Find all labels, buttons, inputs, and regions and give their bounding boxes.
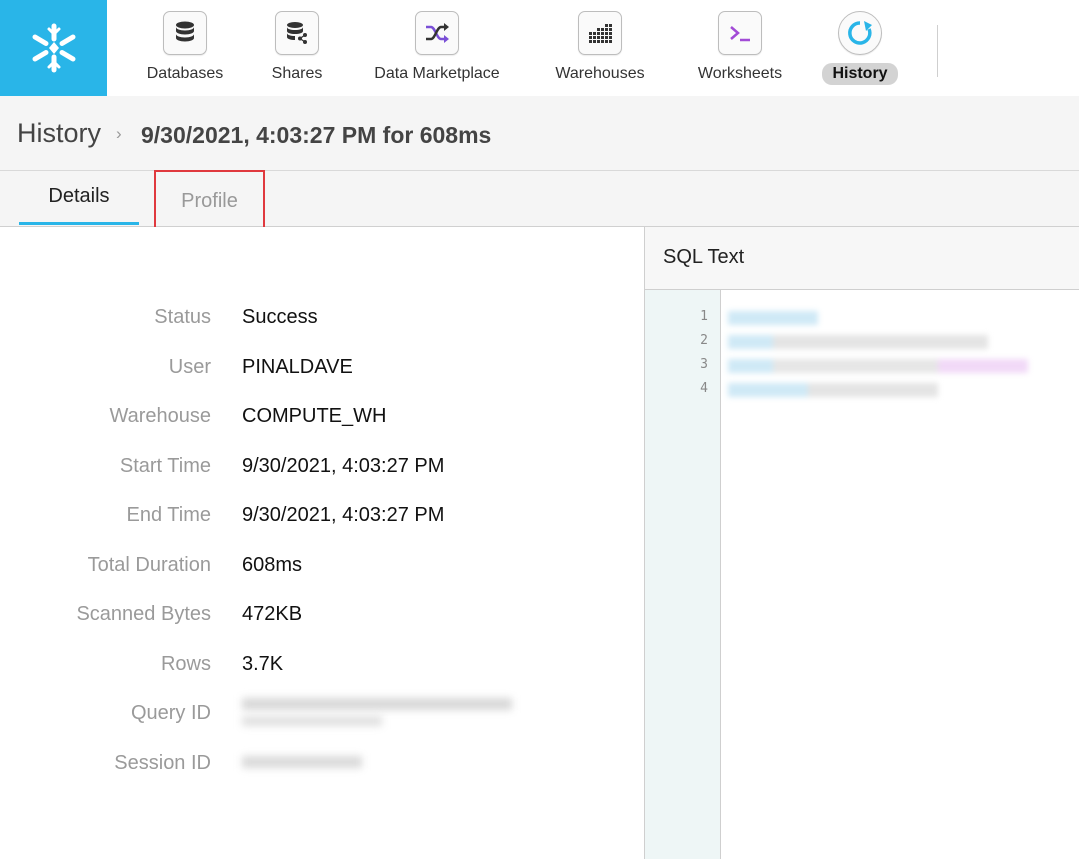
line-number-gutter: 1 2 3 4 xyxy=(645,290,721,859)
detail-row-rows: Rows 3.7K xyxy=(0,653,644,683)
nav-history[interactable]: History xyxy=(815,0,905,96)
nav-label: Databases xyxy=(146,65,224,82)
nav-divider xyxy=(937,25,938,77)
line-number: 4 xyxy=(700,381,708,396)
detail-label: Status xyxy=(154,306,211,328)
detail-label: Query ID xyxy=(130,702,211,724)
detail-row-start-time: Start Time 9/30/2021, 4:03:27 PM xyxy=(0,455,644,485)
detail-value: 9/30/2021, 4:03:27 PM xyxy=(242,504,445,526)
nav-worksheets[interactable]: Worksheets xyxy=(685,0,795,96)
detail-value: 3.7K xyxy=(242,653,284,675)
detail-row-user: User PINALDAVE xyxy=(0,356,644,386)
breadcrumb-history-link[interactable]: History xyxy=(17,118,101,149)
detail-value-redacted xyxy=(242,752,362,768)
detail-value: 9/30/2021, 4:03:27 PM xyxy=(242,455,445,477)
shuffle-icon xyxy=(415,11,459,55)
terminal-icon xyxy=(718,11,762,55)
detail-label: Rows xyxy=(160,653,211,675)
detail-value: 608ms xyxy=(242,554,303,576)
line-number: 1 xyxy=(700,309,708,324)
nav-label: Warehouses xyxy=(555,65,645,82)
database-icon xyxy=(163,11,207,55)
detail-value: COMPUTE_WH xyxy=(242,405,387,427)
detail-value: PINALDAVE xyxy=(242,356,353,378)
nav-databases[interactable]: Databases xyxy=(140,0,230,96)
nav-label: Worksheets xyxy=(697,65,783,82)
line-number: 3 xyxy=(700,357,708,372)
nav-shares[interactable]: Shares xyxy=(262,0,332,96)
history-refresh-icon xyxy=(838,11,882,55)
detail-row-session-id: Session ID xyxy=(0,752,644,782)
detail-label: Session ID xyxy=(114,752,211,774)
code-line xyxy=(728,335,988,349)
breadcrumb: History › 9/30/2021, 4:03:27 PM for 608m… xyxy=(0,96,1079,171)
detail-label: Warehouse xyxy=(109,405,211,427)
detail-value-redacted xyxy=(242,698,512,726)
page-title: 9/30/2021, 4:03:27 PM for 608ms xyxy=(141,122,492,148)
detail-row-status: Status Success xyxy=(0,306,644,336)
warehouse-grid-icon xyxy=(578,11,622,55)
nav-warehouses[interactable]: Warehouses xyxy=(545,0,655,96)
detail-row-end-time: End Time 9/30/2021, 4:03:27 PM xyxy=(0,504,644,534)
nav-label: Shares xyxy=(271,65,323,82)
chevron-right-icon: › xyxy=(116,124,122,143)
share-icon xyxy=(275,11,319,55)
sql-text-title: SQL Text xyxy=(663,246,745,268)
tab-details[interactable]: Details xyxy=(19,171,139,225)
nav-label: Data Marketplace xyxy=(374,65,500,82)
detail-row-scanned-bytes: Scanned Bytes 472KB xyxy=(0,603,644,633)
detail-value: 472KB xyxy=(242,603,303,625)
detail-label: User xyxy=(168,356,211,378)
detail-row-warehouse: Warehouse COMPUTE_WH xyxy=(0,405,644,435)
detail-label: Scanned Bytes xyxy=(76,603,211,625)
detail-row-total-duration: Total Duration 608ms xyxy=(0,554,644,584)
detail-label: End Time xyxy=(126,504,211,526)
detail-label: Start Time xyxy=(119,455,211,477)
detail-row-query-id: Query ID xyxy=(0,698,644,732)
sql-text-header: SQL Text xyxy=(645,227,1079,290)
sql-text-panel: SQL Text 1 2 3 4 xyxy=(644,227,1079,859)
nav-label-active: History xyxy=(822,63,898,85)
tab-profile[interactable]: Profile xyxy=(154,170,265,232)
nav-data-marketplace[interactable]: Data Marketplace xyxy=(362,0,512,96)
query-details-panel: Status Success User PINALDAVE Warehouse … xyxy=(0,227,644,859)
code-line xyxy=(728,383,938,397)
line-number: 2 xyxy=(700,333,708,348)
code-line xyxy=(728,311,818,325)
top-nav-bar: Databases Shares Data Marketplace Wareho… xyxy=(0,0,1079,97)
tab-bar: Details Profile xyxy=(0,170,1079,232)
code-line xyxy=(728,359,1028,373)
detail-label: Total Duration xyxy=(87,554,211,576)
snowflake-logo-icon[interactable] xyxy=(0,0,107,96)
detail-value: Success xyxy=(242,306,318,328)
